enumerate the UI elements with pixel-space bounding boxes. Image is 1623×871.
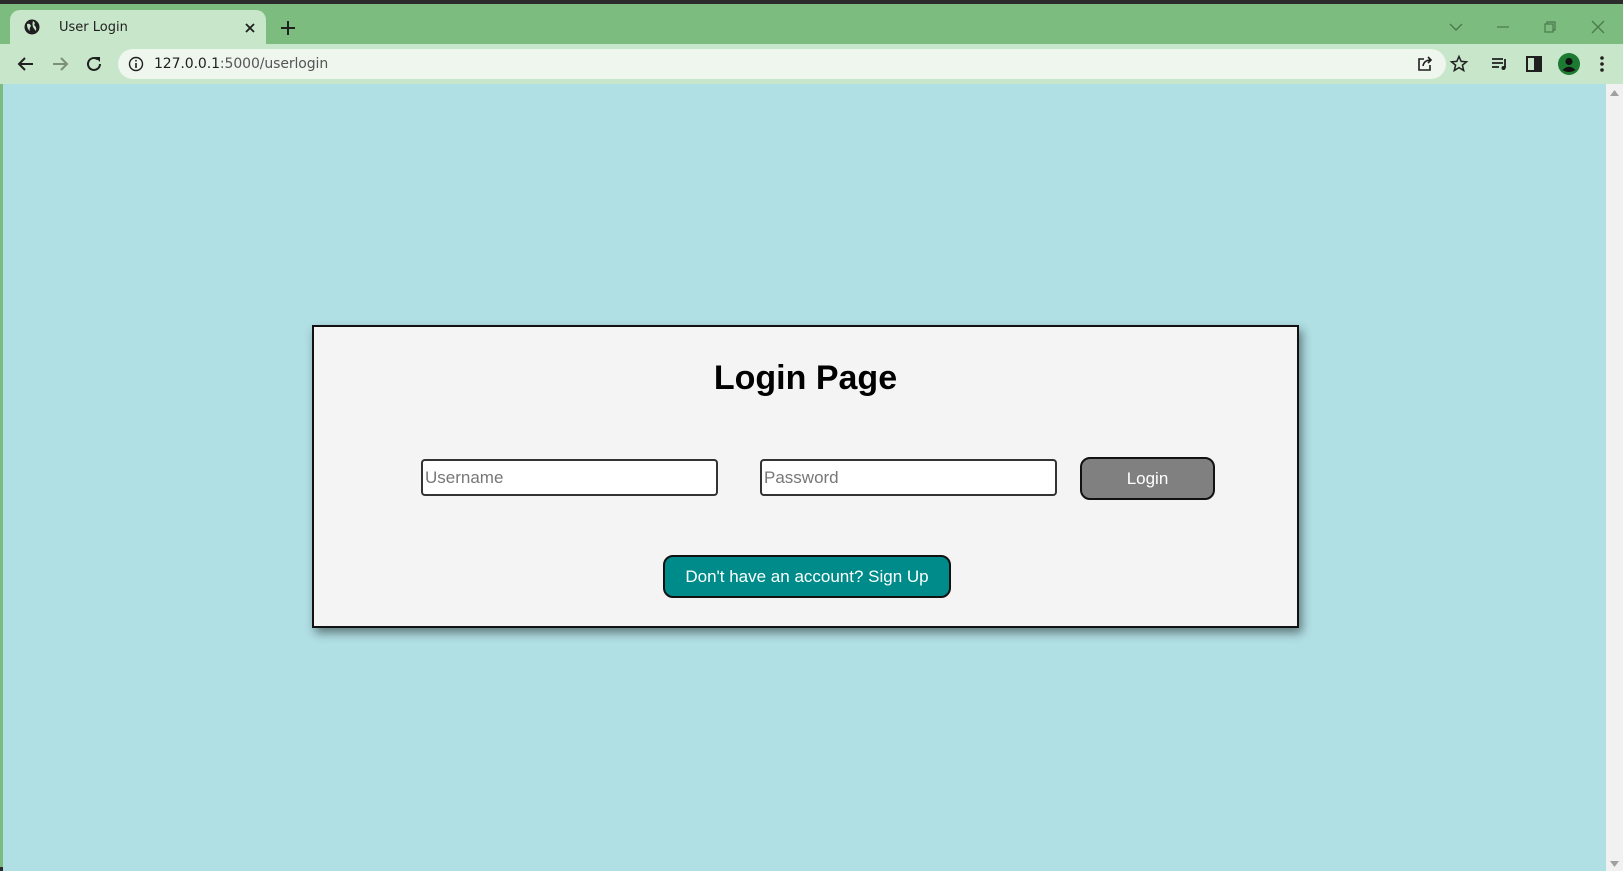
side-panel-icon[interactable] — [1524, 54, 1544, 74]
site-info-icon[interactable] — [128, 56, 144, 72]
profile-avatar-icon[interactable] — [1558, 53, 1580, 75]
scroll-up-arrow-icon[interactable] — [1610, 90, 1619, 96]
address-bar[interactable]: 127.0.0.1:5000/userlogin — [118, 49, 1446, 79]
reload-icon[interactable] — [84, 54, 104, 74]
login-button[interactable]: Login — [1080, 457, 1215, 500]
username-input[interactable] — [421, 459, 718, 496]
menu-kebab-icon[interactable] — [1592, 54, 1612, 74]
forward-arrow-icon[interactable] — [50, 54, 70, 74]
close-tab-icon[interactable] — [242, 20, 258, 36]
tab-title: User Login — [59, 20, 128, 35]
browser-window: User Login 127.0.0.1:5000/userlogin Logi… — [0, 0, 1623, 871]
minimize-icon[interactable] — [1494, 18, 1512, 36]
bookmark-star-icon[interactable] — [1449, 54, 1469, 74]
close-window-icon[interactable] — [1589, 18, 1607, 36]
login-card: Login Page Login Don't have an account? … — [312, 325, 1299, 628]
password-input[interactable] — [760, 459, 1057, 496]
page-viewport: Login Page Login Don't have an account? … — [3, 84, 1606, 871]
tab-search-chevron-icon[interactable] — [1447, 18, 1465, 36]
browser-toolbar: 127.0.0.1:5000/userlogin — [0, 44, 1623, 84]
url-host: 127.0.0.1 — [154, 56, 220, 72]
scroll-down-arrow-icon[interactable] — [1610, 861, 1619, 867]
url-text: 127.0.0.1:5000/userlogin — [154, 56, 328, 72]
restore-icon[interactable] — [1541, 18, 1559, 36]
vertical-scrollbar[interactable] — [1606, 84, 1623, 871]
tab-strip: User Login — [0, 8, 1623, 46]
reading-list-icon[interactable] — [1490, 54, 1510, 74]
page-title: Login Page — [713, 359, 898, 397]
url-path: :5000/userlogin — [219, 56, 329, 72]
share-icon[interactable] — [1415, 54, 1435, 74]
new-tab-icon[interactable] — [278, 18, 298, 38]
back-arrow-icon[interactable] — [16, 54, 36, 74]
tab-user-login[interactable]: User Login — [10, 10, 266, 46]
signup-button[interactable]: Don't have an account? Sign Up — [663, 555, 951, 598]
globe-icon — [24, 19, 40, 35]
